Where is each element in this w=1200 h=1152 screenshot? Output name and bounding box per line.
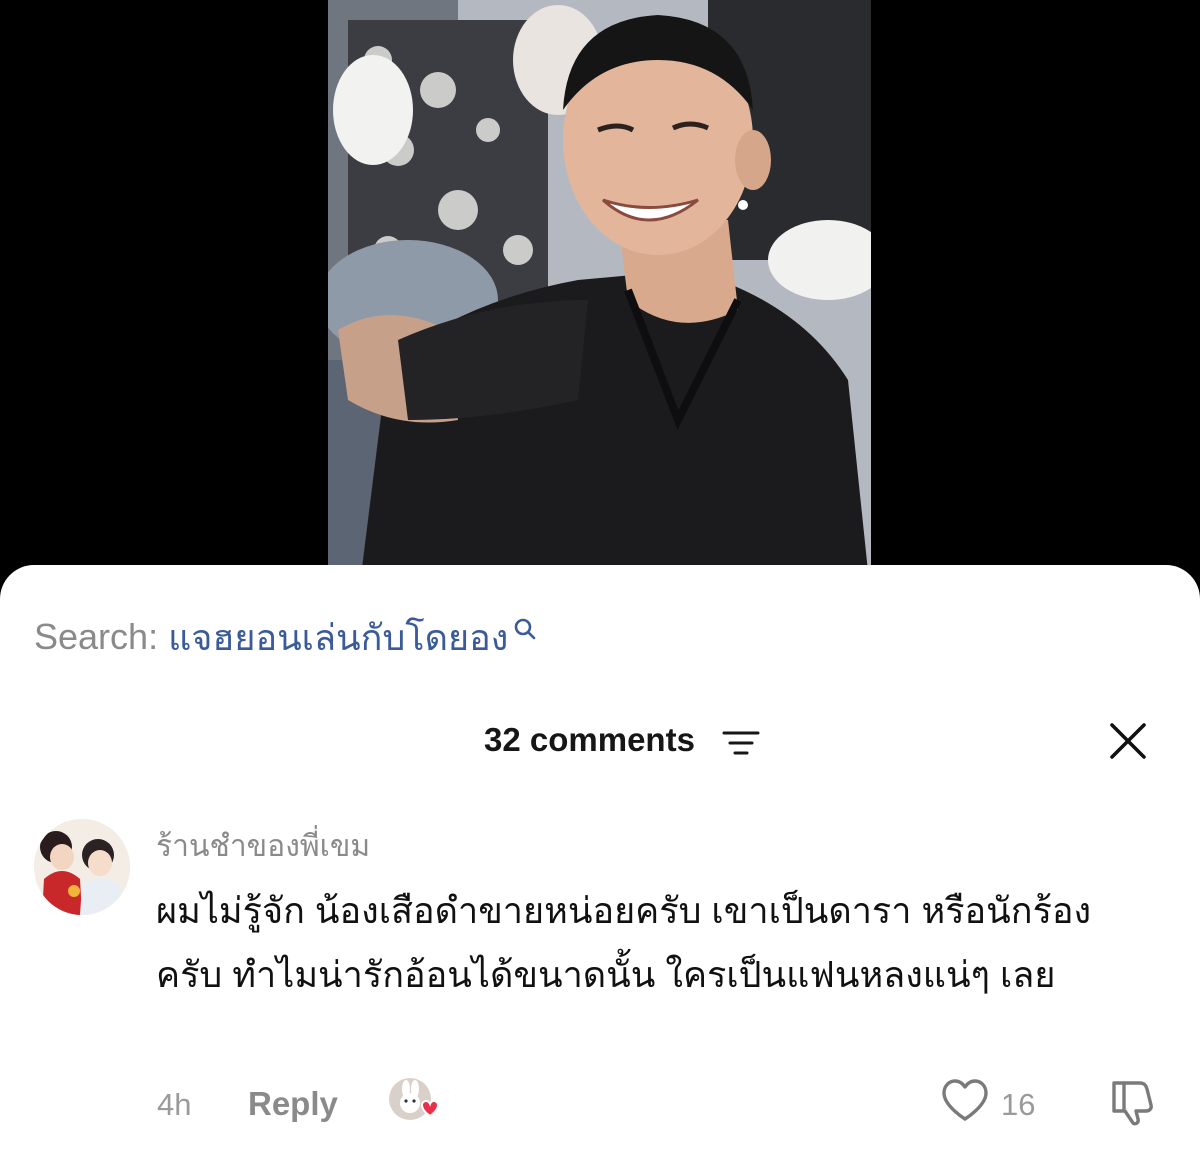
search-suggestion[interactable]: Search: แจฮยอนเล่นกับโดยอง bbox=[34, 613, 538, 661]
filter-icon[interactable] bbox=[722, 729, 760, 757]
comment-count: 32 comments bbox=[484, 721, 695, 758]
comment-time: 4h bbox=[157, 1087, 192, 1122]
search-icon[interactable] bbox=[512, 616, 538, 642]
close-icon[interactable] bbox=[1108, 721, 1148, 761]
video-image bbox=[328, 0, 871, 600]
comment-actions: 4h Reply 16 bbox=[0, 1077, 1200, 1127]
search-query-link[interactable]: แจฮยอนเล่นกับโดยอง bbox=[168, 609, 508, 666]
comment-text: ผมไม่รู้จัก น้องเสือดำขายหน่อยครับ เขาเป… bbox=[156, 890, 1092, 995]
avatar-image bbox=[34, 819, 130, 915]
like-heart-icon[interactable] bbox=[940, 1077, 990, 1125]
comments-header: 32 comments bbox=[0, 717, 1200, 767]
video-frame[interactable] bbox=[328, 0, 871, 600]
creator-liked-icon bbox=[389, 1078, 440, 1120]
reply-button[interactable]: Reply bbox=[248, 1085, 338, 1123]
dislike-icon[interactable] bbox=[1106, 1077, 1158, 1127]
avatar[interactable] bbox=[34, 819, 130, 915]
like-count: 16 bbox=[1001, 1087, 1036, 1122]
comment-username[interactable]: ร้านชำของพี่เขม bbox=[156, 823, 370, 870]
comments-sheet: Search: แจฮยอนเล่นกับโดยอง 32 comments ร… bbox=[0, 565, 1200, 1152]
video-player[interactable] bbox=[0, 0, 1200, 600]
search-label: Search: bbox=[34, 616, 159, 657]
